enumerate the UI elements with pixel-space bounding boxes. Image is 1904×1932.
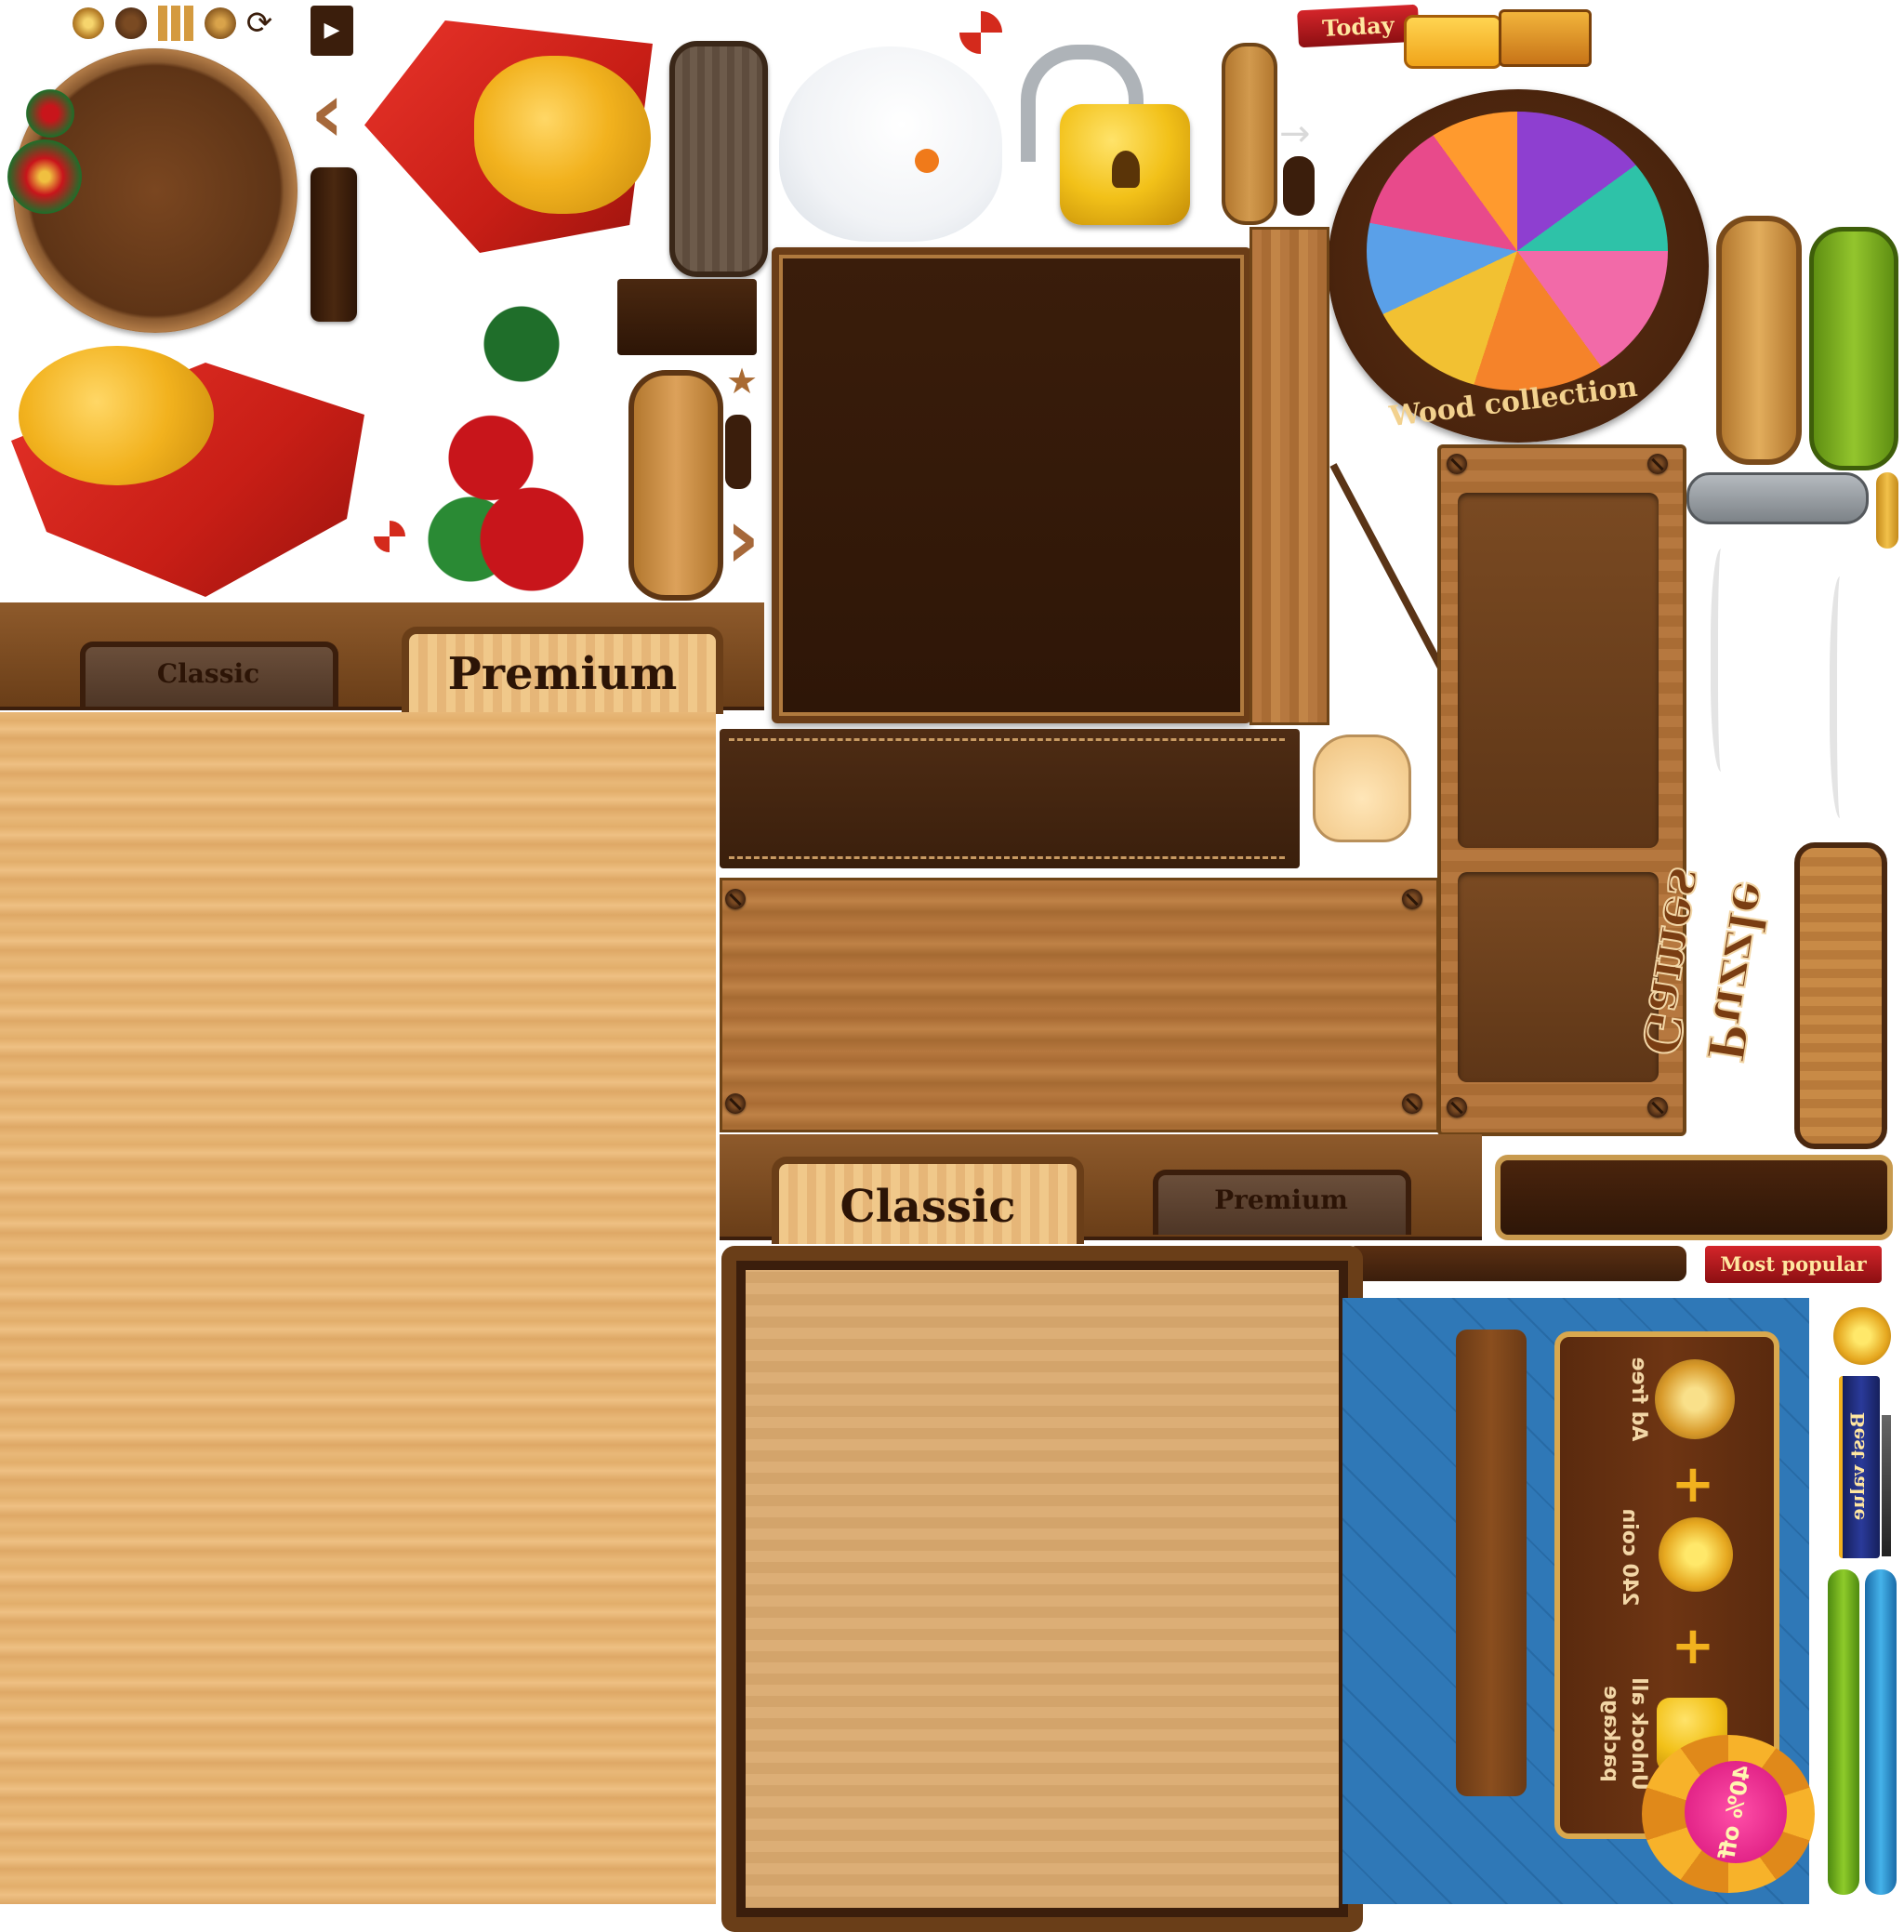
- dark-wood-knob: [725, 415, 751, 489]
- light-wood-background: [0, 712, 716, 1904]
- puzzle-games-sign: Puzzle Games: [1629, 863, 1783, 1067]
- today-ribbon-label: Today: [1321, 10, 1395, 43]
- light-board-frame: [721, 1246, 1363, 1932]
- double-panel-lower: [1458, 872, 1659, 1082]
- gift-bow: [19, 346, 214, 485]
- wood-pill-vertical: [1716, 216, 1802, 465]
- offer-unlock-label: Unlock all: [1627, 1677, 1650, 1791]
- arrow-right-icon[interactable]: ›: [720, 493, 766, 586]
- dark-thin-bar: [1346, 1246, 1686, 1281]
- chest-icon: [1499, 9, 1592, 67]
- wave-line: [1711, 549, 1737, 772]
- wood-pill-vertical: [628, 370, 723, 601]
- tab-premium-label: Premium: [1214, 1184, 1348, 1215]
- leather-stitch: [729, 738, 1285, 859]
- offer-ad-free-label: Ad free: [1627, 1356, 1650, 1442]
- screw-icon: [1402, 1093, 1422, 1114]
- tab-classic-label: Classic: [840, 1181, 1016, 1233]
- snowman-icon: [779, 46, 1002, 242]
- screw-icon: [1647, 1097, 1668, 1118]
- plus-icon: +: [1671, 1616, 1715, 1676]
- snowman-nose: [915, 149, 939, 173]
- video-icon[interactable]: ▶: [311, 6, 353, 56]
- candy-ornament: [959, 11, 1002, 54]
- puzzle-triangles: [1367, 112, 1668, 390]
- coin-icon: [73, 7, 104, 39]
- coin-icon: [205, 7, 236, 39]
- dark-board-frame: [772, 247, 1251, 723]
- tab-classic-label: Classic: [156, 658, 260, 689]
- wood-plate-vertical: [1794, 842, 1887, 1149]
- refresh-icon[interactable]: ⟳: [244, 7, 275, 39]
- arrow-right-icon[interactable]: →: [1279, 115, 1316, 152]
- poinsettia-icon: [22, 86, 78, 141]
- dark-leather-strip: [617, 279, 757, 355]
- thin-dark-bar: [1882, 1415, 1891, 1556]
- gold-knob-vertical: [1876, 472, 1898, 549]
- screw-icon: [1402, 889, 1422, 909]
- best-value-label: Best value: [1846, 1411, 1869, 1521]
- poinsettia-icon: [7, 139, 82, 214]
- double-panel-upper: [1458, 493, 1659, 848]
- offer-package-label: package: [1599, 1686, 1622, 1782]
- wood-pill-vertical: [1222, 43, 1277, 225]
- dark-wood-bar-vertical: [311, 167, 357, 322]
- candy-ornament: [374, 521, 405, 552]
- menu-grid-icon[interactable]: [158, 6, 195, 41]
- dark-wood-column: [1456, 1330, 1527, 1796]
- chest-icon: [1404, 15, 1502, 69]
- screw-icon: [725, 889, 746, 909]
- keyhole-icon: [1112, 151, 1140, 188]
- coin-dark-icon: [115, 7, 147, 39]
- hand-pointer-icon: [1313, 734, 1411, 842]
- grey-pill-horizontal: [1686, 472, 1869, 524]
- screw-icon: [1447, 454, 1467, 474]
- most-popular-label: Most popular: [1720, 1252, 1867, 1276]
- plus-icon: +: [1671, 1454, 1715, 1515]
- wood-plank-vertical: [1250, 227, 1329, 725]
- arrow-left-icon[interactable]: ‹: [309, 67, 346, 160]
- screw-icon: [725, 1093, 746, 1114]
- coin-icon: [1833, 1307, 1891, 1365]
- ad-free-icon: [1655, 1359, 1735, 1439]
- grey-wood-pill: [669, 41, 768, 277]
- holly-branch: [409, 279, 614, 604]
- coin-icon: [1659, 1517, 1733, 1592]
- wave-line: [1830, 576, 1856, 818]
- wide-wood-plank: [720, 878, 1439, 1132]
- screw-icon: [1647, 454, 1668, 474]
- dark-wood-knob: [1283, 156, 1315, 216]
- green-pill-vertical: [1809, 227, 1898, 470]
- offer-coins-label: 240 coin: [1618, 1508, 1641, 1607]
- dark-name-plate: [1495, 1155, 1893, 1240]
- green-bar-vertical: [1828, 1569, 1859, 1895]
- tab-premium-label: Premium: [447, 648, 678, 700]
- star-icon: ★: [725, 361, 759, 402]
- blue-bar-vertical: [1865, 1569, 1897, 1895]
- screw-icon: [1447, 1097, 1467, 1118]
